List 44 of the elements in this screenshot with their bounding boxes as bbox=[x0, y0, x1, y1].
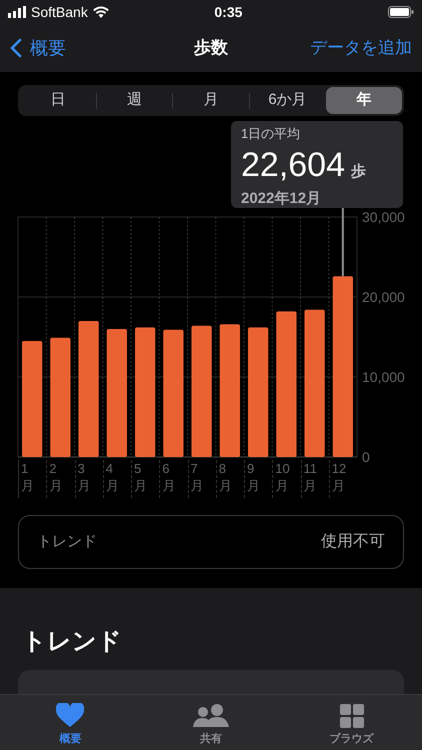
screen-title: 歩数 bbox=[194, 37, 228, 60]
grid-icon bbox=[340, 704, 364, 728]
trend-label: トレンド bbox=[37, 532, 97, 552]
x-axis-label: 7月 bbox=[190, 460, 204, 494]
segment-tab[interactable]: 6か月 bbox=[250, 87, 326, 114]
add-data-link[interactable]: データを追加 bbox=[292, 35, 412, 61]
callout-unit: 歩 bbox=[351, 164, 366, 178]
callout-period: 2022年12月 bbox=[241, 188, 322, 208]
x-axis-label: 3月 bbox=[78, 460, 92, 494]
carrier-name: SoftBank bbox=[31, 2, 88, 22]
x-axis-label: 1月 bbox=[21, 460, 35, 494]
x-axis-label: 12月 bbox=[332, 460, 348, 494]
x-axis-label: 11月 bbox=[304, 460, 318, 494]
tab-bar-item[interactable]: ブラウズ bbox=[281, 695, 422, 750]
back-link[interactable]: 概要 bbox=[10, 34, 130, 62]
callout-label: 1日の平均 bbox=[241, 125, 302, 143]
x-axis-label: 10月 bbox=[275, 460, 291, 494]
people-icon bbox=[193, 704, 229, 728]
x-axis-label: 4月 bbox=[106, 460, 120, 494]
x-axis-label: 9月 bbox=[247, 460, 261, 494]
wifi-icon bbox=[92, 6, 109, 18]
x-axis-label: 8月 bbox=[218, 460, 233, 494]
tab-bar-item[interactable]: 概要 bbox=[0, 695, 141, 750]
segment-tab[interactable]: 年 bbox=[326, 87, 402, 114]
callout-value: 22,604 bbox=[241, 148, 345, 182]
segment-tab[interactable]: 週 bbox=[96, 87, 172, 114]
tab-bar-item[interactable]: 共有 bbox=[140, 695, 282, 750]
segment-tab[interactable]: 日 bbox=[20, 87, 96, 114]
y-axis-label: 20,000 bbox=[362, 289, 405, 305]
segment-tab[interactable]: 月 bbox=[173, 87, 249, 114]
x-axis-label: 2月 bbox=[49, 460, 64, 494]
x-axis-label: 6月 bbox=[162, 460, 176, 494]
y-axis-label: 0 bbox=[362, 449, 370, 465]
y-axis-label: 10,000 bbox=[362, 369, 405, 385]
clock-time: 0:35 bbox=[214, 2, 242, 22]
heart-icon bbox=[56, 702, 84, 728]
battery-icon bbox=[388, 6, 414, 18]
chevron-left-icon bbox=[10, 38, 22, 58]
section-heading: トレンド bbox=[21, 627, 123, 657]
leader-line bbox=[342, 208, 344, 276]
y-axis-label: 30,000 bbox=[362, 209, 405, 225]
trend-value: 使用不可 bbox=[321, 532, 385, 552]
x-axis-label: 5月 bbox=[134, 460, 148, 494]
signal-icon bbox=[8, 6, 26, 18]
